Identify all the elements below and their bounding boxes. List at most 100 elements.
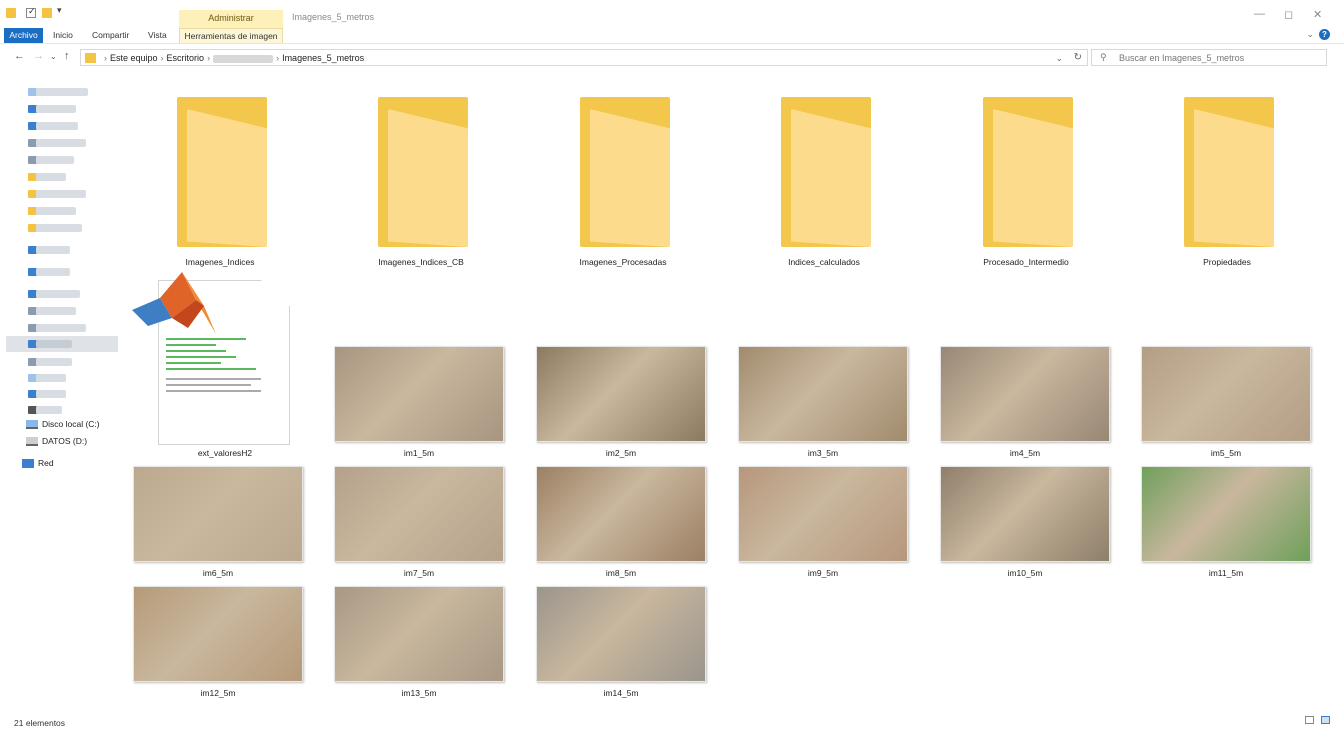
folder-item[interactable]: Imagenes_Procesadas <box>548 80 678 267</box>
folder-icon[interactable] <box>6 8 16 18</box>
folder-name: Imagenes_Procesadas <box>579 257 667 267</box>
window-title: Imagenes_5_metros <box>292 12 375 22</box>
image-thumbnail[interactable] <box>940 466 1110 562</box>
redacted-nav-item[interactable] <box>36 246 70 254</box>
breadcrumb-current[interactable]: Imagenes_5_metros <box>282 53 364 63</box>
folder-name: Indices_calculados <box>788 257 860 267</box>
maximize-button[interactable]: ◻ <box>1284 8 1293 21</box>
redacted-nav-item[interactable] <box>36 290 80 298</box>
image-thumbnail[interactable] <box>334 586 504 682</box>
navigation-pane: Disco local (C:) DATOS (D:) Red <box>0 74 118 710</box>
image-thumbnail[interactable] <box>334 466 504 562</box>
redacted-nav-item[interactable] <box>36 406 62 414</box>
forward-arrow-icon[interactable]: → <box>33 50 44 62</box>
redacted-nav-item[interactable] <box>36 88 88 96</box>
script-file-item[interactable] <box>132 272 290 445</box>
manage-contextual-tab[interactable]: Administrar <box>179 10 283 28</box>
redacted-nav-item[interactable] <box>36 358 72 366</box>
redacted-nav-item[interactable] <box>36 390 66 398</box>
redacted-nav-item[interactable] <box>36 207 76 215</box>
help-icon[interactable]: ? <box>1319 29 1330 40</box>
image-thumbnail[interactable] <box>738 466 908 562</box>
image-thumbnail[interactable] <box>1141 346 1311 442</box>
image-thumbnail[interactable] <box>536 346 706 442</box>
nav-network[interactable]: Red <box>22 458 54 472</box>
image-thumbnail[interactable] <box>940 346 1110 442</box>
search-icon: ⚲ <box>1100 52 1107 62</box>
image-file-name: im7_5m <box>403 568 435 578</box>
close-button[interactable]: ✕ <box>1313 8 1322 21</box>
status-item-count: 21 elementos <box>14 718 66 728</box>
image-file-name: im12_5m <box>200 688 236 698</box>
nav-drive-d[interactable]: DATOS (D:) <box>26 436 87 450</box>
tab-archivo[interactable]: Archivo <box>4 28 43 43</box>
code-preview <box>166 334 266 396</box>
breadcrumb: › Este equipo › Escritorio › › Imagenes_5_metr… <box>104 53 365 63</box>
redacted-nav-item[interactable] <box>36 139 86 147</box>
tab-compartir[interactable]: Compartir <box>88 28 133 43</box>
image-thumbnail[interactable] <box>536 586 706 682</box>
nav-network-label: Red <box>38 458 54 468</box>
nav-drive-d-label: DATOS (D:) <box>42 436 88 446</box>
customize-quick-access-icon[interactable]: ▾ <box>57 5 62 16</box>
image-thumbnail[interactable] <box>1141 466 1311 562</box>
image-thumbnail[interactable] <box>738 346 908 442</box>
recent-dropdown-icon[interactable]: ⌄ <box>50 52 57 61</box>
redacted-nav-item[interactable] <box>36 307 76 315</box>
image-thumbnail[interactable] <box>133 466 303 562</box>
redacted-nav-item[interactable] <box>36 122 78 130</box>
nav-drive-c[interactable]: Disco local (C:) <box>26 419 100 433</box>
tab-herramientas-imagen[interactable]: Herramientas de imagen <box>179 28 283 43</box>
folder-item[interactable]: Indices_calculados <box>749 80 879 267</box>
image-file-name: im11_5m <box>1208 568 1244 578</box>
image-file-name: im10_5m <box>1007 568 1043 578</box>
tab-vista[interactable]: Vista <box>144 28 171 43</box>
address-bar[interactable]: › Este equipo › Escritorio › › Imagenes_5_metr… <box>80 49 1088 66</box>
new-folder-icon[interactable] <box>42 8 52 18</box>
redacted-folder[interactable] <box>213 54 274 63</box>
folder-icon <box>1184 97 1274 247</box>
properties-check-icon[interactable] <box>26 6 36 18</box>
redacted-nav-item[interactable] <box>36 340 72 348</box>
image-file-name: im2_5m <box>605 448 637 458</box>
network-icon <box>22 459 34 469</box>
breadcrumb-este-equipo[interactable]: Este equipo <box>110 53 158 63</box>
image-file-name: im8_5m <box>605 568 637 578</box>
search-placeholder: Buscar en Imagenes_5_metros <box>1119 53 1245 63</box>
image-file-name: im6_5m <box>202 568 234 578</box>
folder-name: Propiedades <box>1203 257 1251 267</box>
image-file-name: im14_5m <box>603 688 639 698</box>
image-file-name: im1_5m <box>403 448 435 458</box>
ribbon-tabs: Archivo Inicio Compartir Vista Herramien… <box>0 28 1344 44</box>
minimize-button[interactable]: — <box>1254 8 1265 20</box>
refresh-icon[interactable]: ↻ <box>1074 52 1082 63</box>
breadcrumb-escritorio[interactable]: Escritorio <box>167 53 205 63</box>
redacted-nav-item[interactable] <box>36 105 76 113</box>
folder-icon <box>85 53 96 63</box>
image-file-name: im9_5m <box>807 568 839 578</box>
search-input[interactable]: ⚲ Buscar en Imagenes_5_metros <box>1091 49 1327 66</box>
matlab-logo-icon <box>132 272 216 334</box>
folder-item[interactable]: Propiedades <box>1152 80 1282 267</box>
large-icons-view-icon[interactable] <box>1321 716 1330 724</box>
redacted-nav-item[interactable] <box>36 324 86 332</box>
redacted-nav-item[interactable] <box>36 374 66 382</box>
redacted-nav-item[interactable] <box>36 190 86 198</box>
tab-inicio[interactable]: Inicio <box>49 28 77 43</box>
back-arrow-icon[interactable]: ← <box>14 50 25 62</box>
folder-item[interactable]: Imagenes_Indices_CB <box>346 80 476 267</box>
redacted-nav-item[interactable] <box>36 156 74 164</box>
chevron-down-icon[interactable]: ⌄ <box>1055 53 1063 64</box>
expand-ribbon-icon[interactable]: ⌄ <box>1306 29 1314 40</box>
folder-item[interactable]: Imagenes_Indices <box>145 80 275 267</box>
redacted-nav-item[interactable] <box>36 224 82 232</box>
image-thumbnail[interactable] <box>536 466 706 562</box>
redacted-nav-item[interactable] <box>36 173 66 181</box>
drive-icon <box>26 437 38 447</box>
redacted-nav-item[interactable] <box>36 268 70 276</box>
image-thumbnail[interactable] <box>133 586 303 682</box>
image-thumbnail[interactable] <box>334 346 504 442</box>
folder-item[interactable]: Procesado_Intermedio <box>951 80 1081 267</box>
details-view-icon[interactable] <box>1305 716 1314 724</box>
up-arrow-icon[interactable]: ↑ <box>64 50 70 62</box>
